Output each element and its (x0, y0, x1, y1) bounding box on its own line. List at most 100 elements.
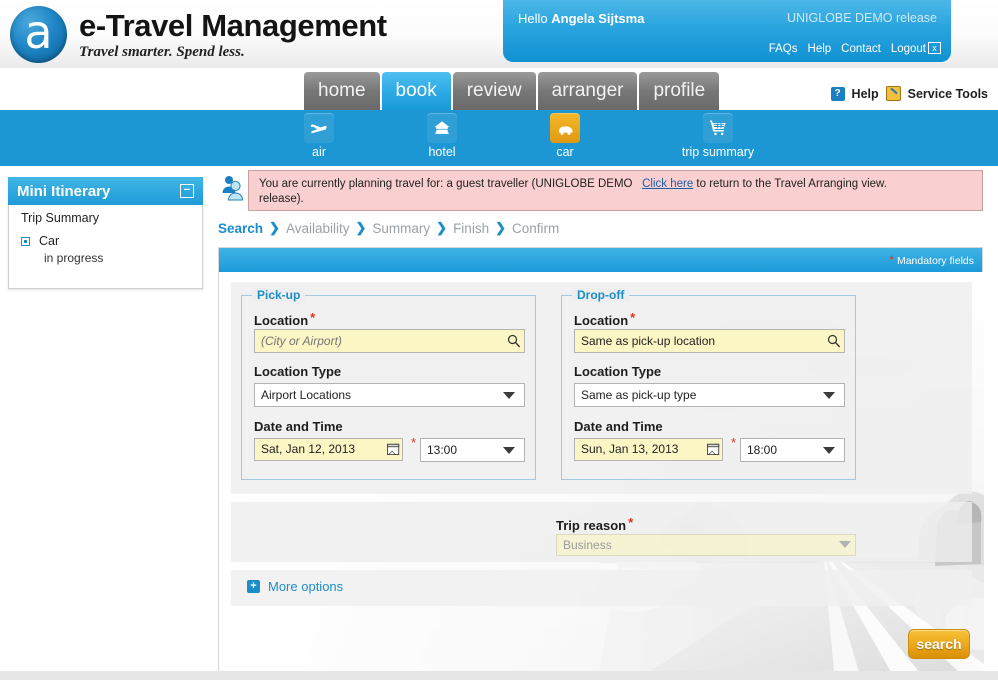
page-bottom-strip (0, 671, 998, 680)
trip-reason-label: Trip reason * (556, 515, 633, 533)
car-search-panel: * Mandatory fields Pick-up Location * (C… (218, 247, 984, 672)
nav-icon-car[interactable]: car (515, 113, 615, 159)
notice-line1-tail: to return to the Travel Arranging view. (693, 178, 887, 190)
nav-icon-trip-summary[interactable]: trip summary (668, 113, 768, 159)
more-options-label[interactable]: More options (268, 579, 343, 594)
pickup-location-input[interactable] (254, 329, 525, 353)
required-star-icon: * (630, 310, 636, 325)
header-tools: ? Help Service Tools (830, 86, 988, 101)
help-link[interactable]: Help (808, 43, 832, 55)
logout-link[interactable]: Logout x (891, 42, 941, 55)
location-fields-block: Pick-up Location* Location Type Airport … (231, 282, 972, 494)
calendar-icon[interactable] (707, 443, 720, 456)
required-star-icon: * (310, 310, 316, 325)
chevron-right-icon: ❯ (355, 220, 367, 235)
chevron-down-icon[interactable] (503, 447, 515, 454)
dropoff-legend: Drop-off (572, 288, 630, 302)
more-options-block[interactable]: + More options (231, 570, 972, 606)
dropoff-location-input[interactable] (574, 329, 845, 353)
step-availability: Availability (285, 220, 350, 236)
dropoff-fieldset: Drop-off Location* Location Type Same as… (561, 288, 856, 480)
notice-line2: release). (259, 193, 304, 205)
calendar-icon[interactable] (387, 443, 400, 456)
chevron-down-icon[interactable] (839, 541, 851, 548)
tab-profile[interactable]: profile (639, 72, 720, 110)
step-summary: Summary (372, 220, 431, 236)
mandatory-fields-note: * Mandatory fields (889, 253, 974, 267)
help-tool-label[interactable]: Help (852, 87, 879, 101)
chevron-right-icon: ❯ (436, 220, 448, 235)
more-options-toggle[interactable]: + More options (247, 579, 343, 594)
trip-reason-select[interactable]: Business (556, 534, 856, 556)
brand-title: e-Travel Management (79, 7, 387, 43)
pickup-date-input[interactable]: Sat, Jan 12, 2013 (254, 438, 403, 461)
contact-link[interactable]: Contact (841, 43, 881, 55)
release-label: UNIGLOBE DEMO release (786, 11, 937, 25)
service-tools-label[interactable]: Service Tools (908, 87, 988, 101)
shopping-cart-icon (703, 113, 733, 143)
faqs-link[interactable]: FAQs (769, 43, 798, 55)
sidebar-title: Mini Itinerary (17, 182, 111, 200)
trip-reason-block: Trip reason * Business (231, 502, 972, 562)
itinerary-item-car-label: Car (39, 234, 60, 248)
required-star-icon: * (889, 253, 895, 267)
brand-logo[interactable]: a e-Travel Management Travel smarter. Sp… (10, 5, 387, 63)
welcome-greeting: Hello Angela Sijtsma (518, 11, 644, 26)
logo-circle-icon: a (10, 5, 67, 63)
expand-box-icon[interactable] (21, 236, 30, 246)
trip-summary-link[interactable]: Trip Summary (9, 205, 202, 225)
notice-text-box: You are currently planning travel for: a… (248, 170, 983, 211)
close-icon[interactable]: x (928, 42, 941, 54)
pencil-icon[interactable] (885, 86, 901, 101)
chevron-down-icon[interactable] (823, 392, 835, 399)
tab-home[interactable]: home (304, 72, 380, 110)
required-star-icon: * (731, 435, 737, 450)
question-mark-icon[interactable]: ? (830, 86, 845, 101)
dropoff-datetime-label: Date and Time (574, 419, 663, 434)
chevron-right-icon: ❯ (495, 220, 506, 235)
chevron-down-icon[interactable] (503, 392, 515, 399)
dropoff-date-input[interactable]: Sun, Jan 13, 2013 (574, 438, 723, 461)
nav-icon-air[interactable]: air (269, 113, 369, 159)
dropoff-location-label-text: Location (574, 313, 629, 328)
welcome-box: Hello Angela Sijtsma UNIGLOBE DEMO relea… (503, 0, 951, 62)
tab-review[interactable]: review (452, 72, 536, 110)
step-search[interactable]: Search (218, 221, 263, 236)
product-icon-bar: air hotel car trip summary (0, 110, 998, 166)
airplane-icon (304, 113, 334, 143)
mini-itinerary-sidebar: Mini Itinerary − Trip Summary Car in pro… (8, 177, 203, 289)
tab-arranger[interactable]: arranger (537, 72, 638, 110)
guest-traveller-notice: You are currently planning travel for: a… (218, 170, 983, 211)
pickup-location-type-label: Location Type (254, 364, 342, 379)
nav-icon-hotel[interactable]: hotel (392, 113, 492, 159)
dropoff-location-type-label: Location Type (574, 364, 662, 379)
required-star-icon: * (628, 515, 634, 530)
pickup-location-label: Location * (254, 310, 315, 328)
chevron-down-icon[interactable] (823, 447, 835, 454)
pickup-location-label-text: Location (254, 313, 309, 328)
itinerary-item-car[interactable]: Car (9, 225, 202, 248)
nav-icon-car-label: car (556, 145, 574, 159)
click-here-link[interactable]: Click here (642, 178, 693, 190)
breadcrumb-steps: Search ❯ Availability ❯ Summary ❯ Finish… (218, 220, 559, 236)
plus-icon[interactable]: + (247, 580, 260, 593)
search-button[interactable]: search (908, 629, 970, 659)
itinerary-item-car-status: in progress (44, 251, 104, 265)
dropoff-location-type-select[interactable]: Same as pick-up type (574, 383, 845, 407)
tab-book[interactable]: book (381, 72, 451, 110)
brand-text: e-Travel Management Travel smarter. Spen… (79, 7, 387, 61)
guest-traveller-icon (218, 170, 248, 211)
panel-header-bar: * Mandatory fields (219, 248, 982, 272)
nav-icon-hotel-label: hotel (428, 145, 456, 159)
dropoff-location-label: Location * (574, 310, 635, 328)
logo-letter: a (24, 5, 53, 59)
trip-reason-label-text: Trip reason (556, 518, 627, 533)
logout-label: Logout (890, 43, 926, 55)
pickup-location-type-select[interactable]: Airport Locations (254, 383, 525, 407)
required-star-icon: * (411, 435, 417, 450)
car-icon (550, 113, 580, 143)
greeting-prefix: Hello (518, 11, 552, 26)
collapse-icon[interactable]: − (180, 184, 194, 198)
main-nav-tabs: home book review arranger profile (304, 72, 720, 110)
step-confirm: Confirm (511, 220, 560, 236)
